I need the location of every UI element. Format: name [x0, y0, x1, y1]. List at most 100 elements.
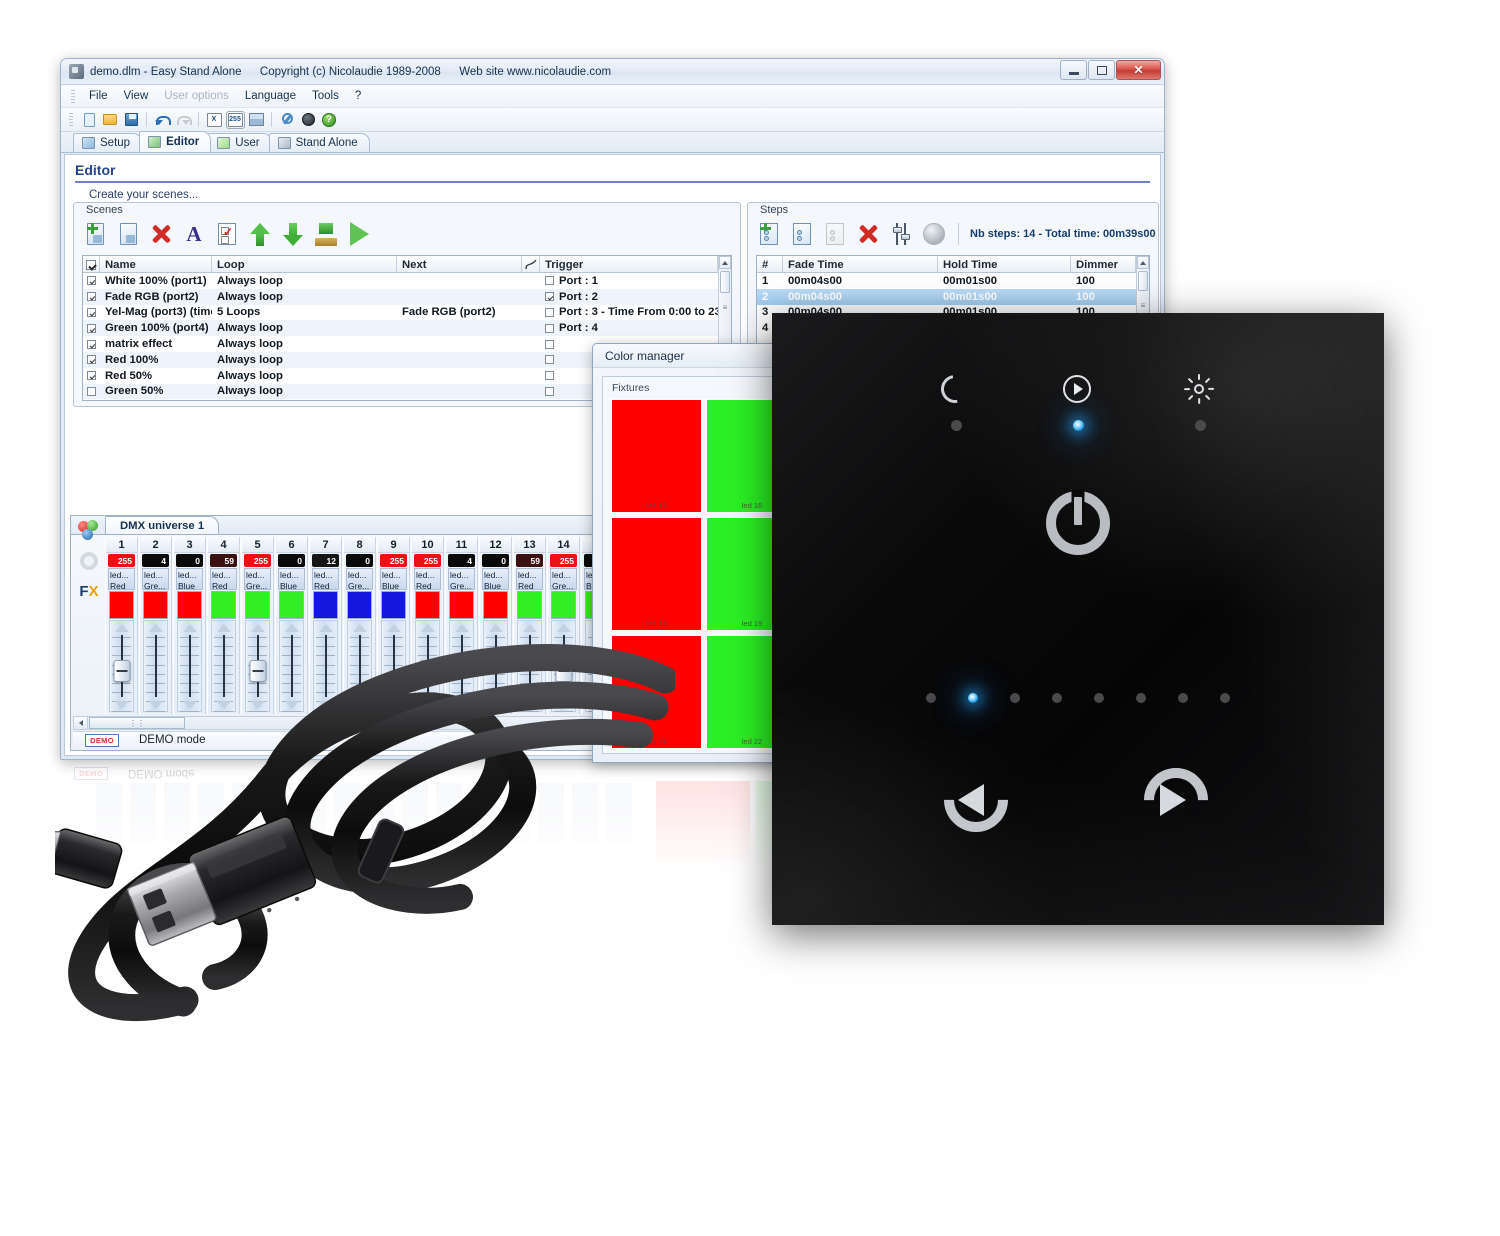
move-up-button[interactable] — [247, 221, 273, 247]
options-button[interactable] — [278, 111, 296, 129]
dmx-channel-label: led...Blue — [380, 568, 407, 590]
add-scene-button[interactable] — [82, 221, 108, 247]
scene-trigger-checkbox[interactable] — [545, 292, 554, 302]
scene-trigger-checkbox[interactable] — [545, 386, 554, 396]
steps-scroll-thumb[interactable] — [1138, 271, 1148, 291]
device-next-button[interactable] — [1130, 754, 1222, 846]
main-tabs: Setup Editor User Stand Alone — [61, 131, 1164, 153]
scenes-col-loop[interactable]: Loop — [212, 256, 397, 272]
scene-enable-checkbox[interactable] — [87, 292, 96, 302]
scene-enable-checkbox[interactable] — [87, 371, 96, 381]
move-down-button[interactable] — [280, 221, 306, 247]
menu-item-user-options: User options — [164, 90, 229, 102]
scene-enable-checkbox[interactable] — [87, 307, 96, 317]
steps-scroll-up-button[interactable] — [1137, 256, 1149, 269]
scene-enable-checkbox[interactable] — [87, 276, 96, 286]
save-button[interactable] — [122, 111, 140, 129]
dmx-channel-color-name: Red — [416, 580, 432, 590]
close-button[interactable]: ✕ — [1116, 60, 1161, 80]
dmx-universe-1-tab[interactable]: DMX universe 1 — [105, 516, 220, 534]
menu-item-language[interactable]: Language — [237, 88, 304, 104]
scenes-scroll-up-button[interactable] — [719, 256, 731, 269]
dmx-value-button[interactable]: X — [205, 111, 223, 129]
table-row[interactable]: Green 100% (port4) Always loop Port : 4 — [83, 320, 731, 337]
delete-scene-button[interactable] — [148, 221, 174, 247]
steps-col-fade-time[interactable]: Fade Time — [783, 256, 938, 272]
table-row[interactable]: 1 00m04s00 00m01s00 100 — [757, 273, 1149, 289]
copy-scene-button[interactable] — [115, 221, 141, 247]
scenes-col-trigger[interactable]: Trigger — [540, 256, 718, 272]
scene-trigger-checkbox[interactable] — [545, 339, 554, 349]
open-button[interactable] — [101, 111, 119, 129]
step-ball-icon — [923, 223, 945, 245]
minimize-button[interactable] — [1060, 60, 1087, 80]
scene-enable-checkbox[interactable] — [87, 339, 96, 349]
color-balls-button[interactable] — [77, 519, 101, 543]
menu-item-file[interactable]: File — [81, 88, 116, 104]
gear-button[interactable] — [77, 549, 101, 573]
device-previous-button[interactable] — [930, 754, 1022, 846]
fx-button[interactable]: FX — [77, 579, 101, 603]
step-faders-icon — [891, 223, 911, 245]
tab-setup[interactable]: Setup — [73, 133, 143, 152]
dmx-channel-color-name: Blue — [178, 580, 196, 590]
scene-trigger-checkbox[interactable] — [545, 307, 554, 317]
copy-step-button[interactable] — [789, 221, 815, 247]
menu-item-help[interactable]: ? — [347, 88, 369, 104]
tab-user[interactable]: User — [208, 133, 272, 152]
new-button[interactable] — [80, 111, 98, 129]
scene-trigger-checkbox[interactable] — [545, 323, 554, 333]
help-button[interactable]: ? — [320, 111, 338, 129]
web-button[interactable] — [299, 111, 317, 129]
255-mode-button[interactable]: 255 — [225, 110, 245, 129]
scene-trigger-checkbox[interactable] — [545, 276, 554, 286]
import-scene-button[interactable] — [313, 221, 339, 247]
scene-enable-checkbox[interactable] — [87, 386, 96, 396]
table-row[interactable]: 2 00m04s00 00m01s00 100 — [757, 288, 1149, 305]
table-row[interactable]: Yel-Mag (port3) (time) 5 Loops Fade RGB (p… — [83, 305, 731, 321]
play-scene-button[interactable] — [346, 221, 372, 247]
gear-icon — [80, 552, 98, 570]
device-cycle-button[interactable] — [925, 369, 987, 431]
scene-trigger-checkbox[interactable] — [545, 371, 554, 381]
gradient-button[interactable] — [247, 111, 265, 129]
scene-trigger-checkbox[interactable] — [545, 355, 554, 365]
step-ball-button[interactable] — [921, 221, 947, 247]
menu-item-view[interactable]: View — [116, 88, 157, 104]
scenes-col-next[interactable]: Next — [397, 256, 522, 272]
fixture-swatch[interactable]: led 18 — [611, 517, 703, 631]
help-icon: ? — [322, 112, 336, 127]
delete-step-button[interactable] — [855, 221, 881, 247]
dmx-channel-number: 1 — [106, 537, 137, 553]
editor-tab-icon — [148, 136, 162, 148]
scenes-scroll-thumb[interactable] — [720, 271, 730, 293]
maximize-button[interactable] — [1088, 60, 1115, 80]
tab-stand-alone[interactable]: Stand Alone — [268, 133, 370, 152]
step-faders-button[interactable] — [888, 221, 914, 247]
steps-col-dimmer[interactable]: Dimmer — [1071, 256, 1136, 272]
undo-button[interactable] — [153, 111, 171, 129]
scenes-col-fade[interactable] — [522, 256, 540, 272]
play-icon — [1063, 375, 1091, 403]
scene-enable-checkbox[interactable] — [87, 355, 96, 365]
redo-icon — [176, 113, 192, 126]
steps-col-hold-time[interactable]: Hold Time — [938, 256, 1071, 272]
dmx-channel-number: 7 — [310, 537, 341, 553]
table-row[interactable]: Fade RGB (port2) Always loop Port : 2 — [83, 288, 731, 305]
steps-col-num[interactable]: # — [757, 256, 783, 272]
select-all-button[interactable]: ✓ — [214, 221, 240, 247]
dmx-channel-value: 4 — [142, 554, 169, 567]
scenes-select-all-header[interactable] — [83, 256, 100, 272]
add-step-button[interactable] — [756, 221, 782, 247]
device-brightness-button[interactable] — [1169, 374, 1231, 431]
tab-editor[interactable]: Editor — [139, 131, 212, 152]
scene-enable-checkbox[interactable] — [87, 323, 96, 333]
menu-item-tools[interactable]: Tools — [304, 88, 347, 104]
fixture-swatch[interactable]: led 15 — [611, 399, 703, 513]
table-row[interactable]: White 100% (port1) Always loop Port : 1 — [83, 273, 731, 289]
device-power-button[interactable] — [1046, 489, 1110, 555]
rename-scene-button[interactable]: A — [181, 221, 207, 247]
device-play-button[interactable] — [1047, 375, 1109, 431]
scenes-header-checkbox[interactable] — [86, 259, 96, 270]
scenes-col-name[interactable]: Name — [100, 256, 212, 272]
